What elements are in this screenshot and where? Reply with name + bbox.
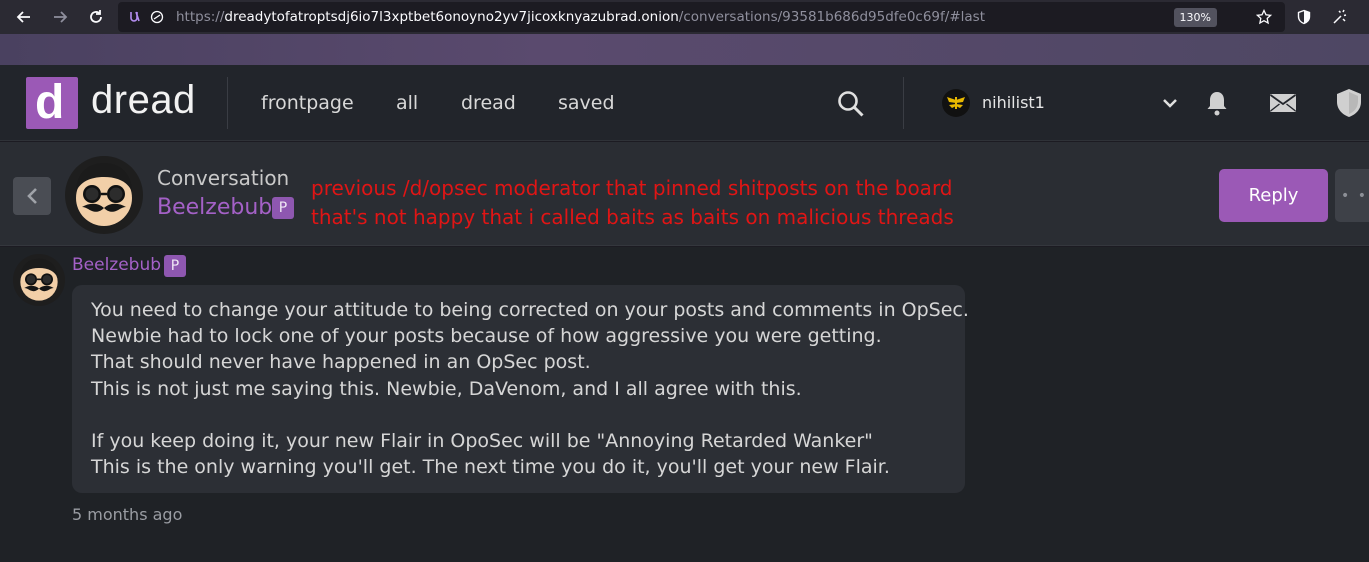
nav-frontpage[interactable]: frontpage — [261, 92, 354, 114]
message-thread: Beelzebub P You need to change your atti… — [0, 247, 1369, 562]
tracking-icon[interactable] — [124, 2, 146, 32]
nav-all[interactable]: all — [396, 92, 418, 114]
user-avatar[interactable] — [942, 89, 970, 117]
message-line: This is the only warning you'll get. The… — [91, 456, 890, 479]
back-arrow-icon[interactable] — [6, 0, 42, 34]
extension-icon[interactable] — [1323, 0, 1357, 34]
conversation-username[interactable]: Beelzebub — [157, 195, 272, 220]
message-username[interactable]: Beelzebub — [72, 255, 161, 275]
message-line: Newbie had to lock one of your posts bec… — [91, 325, 882, 348]
reload-icon[interactable] — [78, 0, 114, 34]
annotation-line-2: that's not happy that i called baits as … — [311, 205, 954, 229]
avatar[interactable] — [13, 254, 65, 306]
address-bar[interactable]: https://dreadytofatroptsdj6io7l3xptbet6o… — [118, 2, 1285, 32]
shield-icon[interactable] — [1334, 88, 1364, 118]
bell-icon[interactable] — [1204, 88, 1230, 118]
divider — [227, 77, 228, 129]
page-background-band — [0, 34, 1369, 65]
message-timestamp: 5 months ago — [72, 505, 183, 524]
back-button[interactable] — [13, 177, 51, 215]
url-text: https://dreadytofatroptsdj6io7l3xptbet6o… — [176, 9, 985, 25]
zoom-level[interactable]: 130% — [1173, 8, 1217, 27]
more-options-button[interactable]: • • — [1335, 169, 1369, 222]
shield-icon[interactable] — [1287, 0, 1321, 34]
message-line: That should never have happened in an Op… — [91, 351, 591, 374]
username[interactable]: nihilist1 — [982, 93, 1045, 112]
dread-logo[interactable]: d — [26, 77, 78, 129]
user-badge: P — [164, 255, 186, 277]
forward-arrow-icon[interactable] — [42, 0, 78, 34]
lock-icon[interactable] — [146, 2, 168, 32]
message-line: You need to change your attitude to bein… — [91, 299, 969, 321]
site-name[interactable]: dread — [91, 78, 196, 123]
star-icon[interactable] — [1255, 8, 1273, 26]
user-badge: P — [272, 197, 294, 219]
message-line: If you keep doing it, your new Flair in … — [91, 430, 873, 452]
browser-toolbar: https://dreadytofatroptsdj6io7l3xptbet6o… — [0, 0, 1369, 34]
nav-dread[interactable]: dread — [461, 92, 516, 114]
nav-saved[interactable]: saved — [558, 92, 615, 114]
conversation-header: Conversation Beelzebub P previous /d/ops… — [0, 142, 1369, 246]
message-line: This is not just me saying this. Newbie,… — [91, 377, 802, 400]
message-line-blank — [91, 402, 946, 428]
divider — [903, 77, 904, 129]
chevron-down-icon[interactable] — [1160, 95, 1180, 111]
message-bubble: You need to change your attitude to bein… — [72, 285, 969, 493]
mail-icon[interactable] — [1268, 92, 1298, 114]
conversation-label: Conversation — [157, 166, 290, 190]
avatar[interactable] — [65, 156, 143, 234]
annotation-line-1: previous /d/opsec moderator that pinned … — [311, 176, 953, 200]
site-header: d dread frontpage all dread saved nihili… — [0, 65, 1369, 141]
reply-button[interactable]: Reply — [1219, 169, 1328, 222]
search-icon[interactable] — [836, 89, 866, 119]
